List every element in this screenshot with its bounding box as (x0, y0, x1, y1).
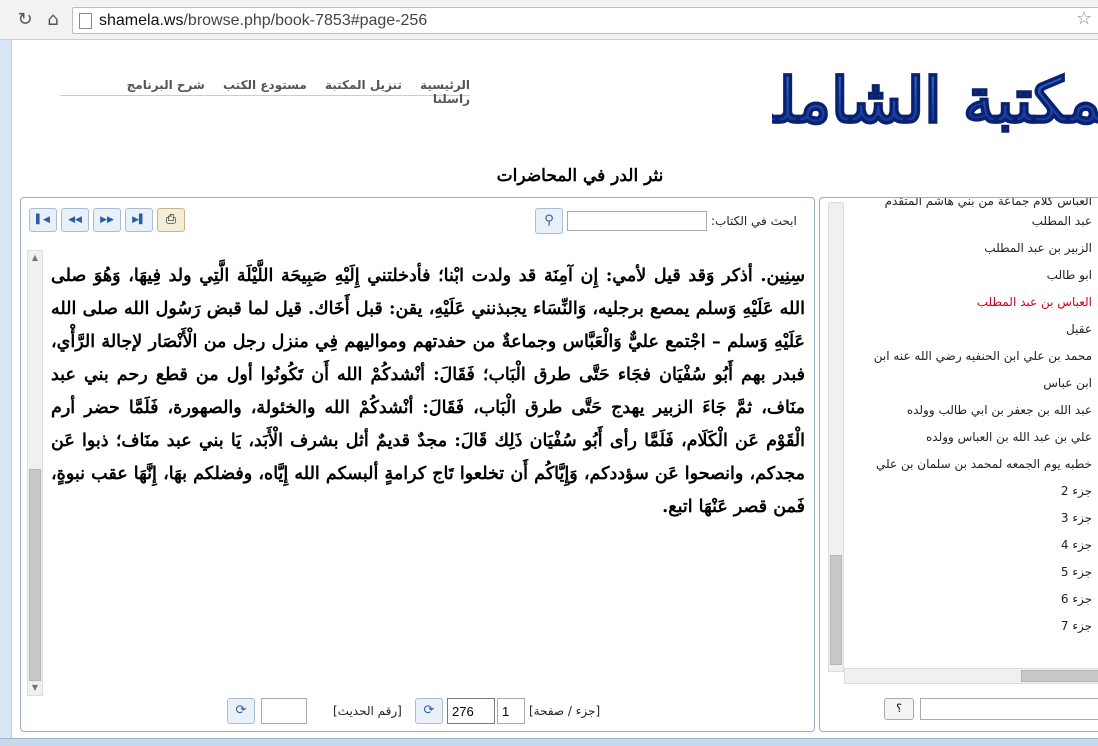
next-page-button[interactable]: ▶▶ (93, 208, 121, 232)
last-page-button[interactable]: ▶▌ (125, 208, 153, 232)
search-label: ابحث في الكتاب: (711, 214, 797, 228)
toc-item[interactable]: عبد المطلب (842, 208, 1098, 235)
toc-item[interactable]: ابن عباس (842, 370, 1098, 397)
toc-part[interactable]: جزء 7 (842, 613, 1098, 640)
toc-item[interactable]: خطبه يوم الجمعه لمحمد بن سلمان بن علي (842, 451, 1098, 478)
toc-item[interactable]: علي بن عبد الله بن العباس وولده (842, 424, 1098, 451)
toc-part[interactable]: جزء 5 (842, 559, 1098, 586)
page-input[interactable] (447, 698, 495, 724)
toc-panel: العباس كلام جماعة من بني هاشم المتقدم عب… (819, 197, 1098, 732)
previous-page-button[interactable]: ◀◀ (61, 208, 89, 232)
address-bar[interactable]: shamela.ws/browse.php/book-7853#page-256 (72, 7, 1098, 34)
home-icon[interactable]: ⌂ (42, 9, 64, 31)
toc-search-input[interactable] (920, 698, 1098, 720)
toc-item[interactable]: ابو طالب (842, 262, 1098, 289)
nav-download[interactable]: تنزيل المكتبة (325, 78, 402, 92)
toc-item-active[interactable]: العباس بن عبد المطلب (842, 289, 1098, 316)
toc-item[interactable]: الزبير بن عبد المطلب (842, 235, 1098, 262)
toc-item[interactable]: عبد الله بن جعفر بن ابي طالب وولده (842, 397, 1098, 424)
scroll-down-icon[interactable]: ▼ (28, 681, 42, 695)
toc-list: العباس كلام جماعة من بني هاشم المتقدم عب… (842, 198, 1098, 688)
page-icon (79, 13, 92, 29)
toc-part[interactable]: جزء 3 (842, 505, 1098, 532)
part-input[interactable] (497, 698, 525, 724)
search-icon[interactable]: ⚲ (535, 208, 563, 234)
toc-scrollbar-thumb[interactable] (830, 555, 842, 665)
text-scrollbar[interactable]: ▲ ▼ (27, 250, 43, 696)
hadith-input[interactable] (261, 698, 307, 724)
toc-hscroll-thumb[interactable] (1021, 670, 1098, 682)
toc-part[interactable]: جزء 6 (842, 586, 1098, 613)
top-navigation: الرئيسية تنزيل المكتبة مستودع الكتب شرح … (60, 78, 470, 106)
search-input[interactable] (567, 211, 707, 231)
left-window-edge (0, 40, 12, 746)
nav-contact[interactable]: راسلنا (433, 92, 470, 106)
taskbar (0, 738, 1098, 746)
toc-horizontal-scrollbar[interactable] (844, 668, 1098, 684)
scroll-up-icon[interactable]: ▲ (28, 251, 42, 265)
bookmark-star-icon[interactable]: ☆ (1076, 8, 1092, 29)
nav-repository[interactable]: مستودع الكتب (223, 78, 307, 92)
toc-item[interactable]: عقيل (842, 316, 1098, 343)
toc-item[interactable]: محمد بن علي ابن الحنفيه رضي الله عنه ابن (842, 343, 1098, 370)
print-icon[interactable]: ⎙ (157, 208, 185, 232)
reload-icon[interactable]: ↻ (14, 9, 36, 31)
toc-part[interactable]: جزء 4 (842, 532, 1098, 559)
shamela-logo[interactable]: المكتبة الشاملة (772, 42, 1098, 152)
url-text[interactable]: shamela.ws/browse.php/book-7853#page-256 (99, 12, 427, 30)
svg-text:المكتبة الشاملة: المكتبة الشاملة (772, 64, 1098, 137)
go-hadith-refresh-icon[interactable]: ⟳ (227, 698, 255, 724)
scrollbar-thumb[interactable] (29, 469, 41, 681)
hadith-number-label: [رقم الحديث] (333, 704, 402, 718)
toc-help-button[interactable]: ؟ (884, 698, 914, 720)
toc-part[interactable]: جزء 2 (842, 478, 1098, 505)
part-page-label: [جزء / صفحة] (529, 704, 601, 718)
browser-toolbar: ↻ ⌂ shamela.ws/browse.php/book-7853#page… (0, 0, 1098, 40)
nav-help[interactable]: شرح البرنامج (127, 78, 205, 92)
first-page-button[interactable]: ▌◀ (29, 208, 57, 232)
nav-home[interactable]: الرئيسية (420, 78, 470, 92)
go-page-refresh-icon[interactable]: ⟳ (415, 698, 443, 724)
book-text: سِنِين. أذكر وَقد قيل لأمي: إِن آمِنَة ق… (51, 266, 805, 517)
book-title: نثر الدر في المحاضرات (496, 166, 664, 186)
toc-item[interactable]: العباس كلام جماعة من بني هاشم المتقدم (842, 198, 1098, 208)
reader-panel: ▌◀ ◀◀ ▶▶ ▶▌ ⎙ ابحث في الكتاب: ⚲ ▲ ▼ سِنِ… (20, 197, 815, 732)
